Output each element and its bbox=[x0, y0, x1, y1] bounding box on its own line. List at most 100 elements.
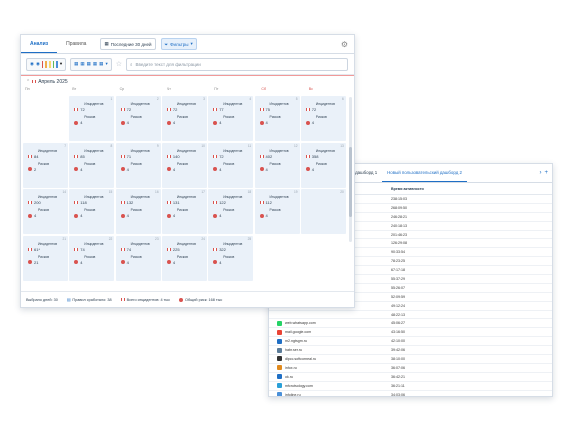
calendar-day[interactable]: 25 Инцидентов 322 Рисков 4 bbox=[208, 235, 254, 281]
risks-value: 4 bbox=[213, 167, 221, 172]
incidents-count: 225 bbox=[172, 246, 180, 252]
grid-icon[interactable]: ▦ bbox=[99, 61, 103, 67]
calendar-day[interactable]: 5 Инцидентов 75 Рисков 4 bbox=[254, 96, 300, 141]
risks-count: 4 bbox=[80, 259, 83, 265]
calendar-day[interactable]: 24 Инцидентов 225 Рисков 4 bbox=[161, 235, 207, 281]
star-icon[interactable]: ☆ bbox=[116, 60, 122, 68]
activity-time-cell: 49:12:24 bbox=[391, 303, 405, 308]
gear-icon[interactable]: ⚙ bbox=[341, 40, 348, 49]
column-activity-time[interactable]: Время активности bbox=[387, 187, 451, 191]
flag-icon bbox=[74, 201, 79, 204]
risks-label: Рисков bbox=[269, 161, 281, 166]
table-row[interactable]: m2.ngtsgm.ru 42:10:00 bbox=[269, 337, 552, 347]
table-row[interactable]: mfcrutsology.com 36:21:11 bbox=[269, 382, 552, 391]
incidents-label: Инцидентов bbox=[223, 148, 243, 153]
risks-label: Рисков bbox=[130, 161, 142, 166]
table-row[interactable]: web.whatsapp.com 45:06:27 bbox=[269, 319, 552, 329]
calendar-day[interactable]: 20 bbox=[300, 189, 346, 234]
risks-count: 4 bbox=[126, 120, 129, 125]
eye-icon[interactable]: ◉ bbox=[30, 61, 34, 67]
calendar-day[interactable]: 6 Инцидентов 72 Рисков 4 bbox=[300, 96, 346, 141]
risks-count: 4 bbox=[172, 120, 176, 125]
add-tab-icon[interactable]: + bbox=[544, 170, 548, 176]
risks-count: 4 bbox=[172, 213, 176, 218]
calendar-day[interactable]: 10 Инцидентов 140 Рисков 4 bbox=[161, 142, 207, 188]
day-number: 1 bbox=[110, 97, 113, 101]
scrollbar-thumb[interactable] bbox=[349, 147, 352, 217]
risk-icon bbox=[305, 167, 310, 171]
calendar-day[interactable]: 16 Инцидентов 132 Рисков 4 bbox=[115, 189, 161, 234]
risks-value: 4 bbox=[74, 213, 83, 218]
site-name: web.whatsapp.com bbox=[285, 321, 316, 326]
chevron-down-icon[interactable]: ▾ bbox=[60, 61, 62, 67]
risks-count: 4 bbox=[265, 166, 268, 172]
calendar-day[interactable]: 23 Инцидентов 74 Рисков 4 bbox=[115, 235, 161, 281]
incidents-label: Инцидентов bbox=[130, 148, 150, 153]
calendar-day[interactable]: 12 Инцидентов 402 Рисков 4 bbox=[254, 142, 300, 188]
grid-toggle[interactable]: ▦ ▦ ▦ ▦ ▦ ▾ bbox=[70, 57, 112, 71]
grid-icon[interactable]: ▦ bbox=[80, 61, 84, 67]
calendar-day[interactable]: 18 Инцидентов 122 Рисков 4 bbox=[208, 189, 254, 234]
calendar-day[interactable]: 2 Инцидентов 72 Рисков 4 bbox=[115, 96, 161, 141]
table-row[interactable]: mail.google.com 43:16:50 bbox=[269, 328, 552, 338]
view-toggle[interactable]: ◉ ◉ ▾ bbox=[26, 57, 67, 71]
day-number: 14 bbox=[62, 190, 66, 194]
tab-analysis[interactable]: Анализ bbox=[21, 36, 58, 53]
calendar-day[interactable]: 1 Инцидентов 72 Рисков 4 bbox=[69, 96, 115, 141]
calendar-day[interactable]: 8 Инцидентов 85 Рисков 4 bbox=[69, 142, 115, 188]
calendar-day[interactable]: 3 Инцидентов 72 Рисков 4 bbox=[161, 96, 207, 141]
calendar-day[interactable]: 15 Инцидентов 118 Рисков 4 bbox=[69, 189, 115, 234]
risks-label: Рисков bbox=[84, 254, 96, 259]
incidents-count: 402 bbox=[265, 153, 273, 159]
incidents-count: 131 bbox=[172, 200, 180, 205]
calendar-day[interactable]: 14 Инцидентов 200 Рисков 4 bbox=[23, 189, 68, 234]
site-name: m2.ngtsgm.ru bbox=[285, 339, 307, 344]
calendar-day[interactable]: 7 Инцидентов 84 Рисков 2 bbox=[23, 142, 68, 188]
incidents-label: Инцидентов bbox=[269, 102, 289, 106]
calendar-day[interactable]: 9 Инцидентов 71 Рисков 4 bbox=[115, 142, 161, 188]
site-name: infox.ru bbox=[285, 365, 297, 370]
table-row[interactable]: ok.ru 36:42:21 bbox=[269, 373, 552, 382]
table-row[interactable]: 48:22:13 bbox=[269, 311, 552, 320]
risk-icon bbox=[213, 167, 218, 171]
period-button[interactable]: ▦ Последние 30 дней bbox=[100, 38, 156, 50]
risks-label: Рисков bbox=[223, 254, 235, 259]
chevron-up-icon[interactable]: ⌃ bbox=[26, 79, 30, 85]
calendar-day[interactable]: 21 Инцидентов 61* Рисков 21 bbox=[23, 235, 68, 281]
incidents-value: 322 bbox=[213, 247, 226, 252]
table-row[interactable]: infox.ru 36:07:06 bbox=[269, 364, 552, 373]
filters-button[interactable]: ⏷ Фильтры ▾ bbox=[160, 38, 197, 50]
grid-icon[interactable]: ▦ bbox=[74, 61, 78, 67]
site-cell: habr.ser.ru bbox=[269, 347, 387, 353]
table-row[interactable]: dlpcc.softcorneal.ru 38:10:00 bbox=[269, 355, 552, 364]
calendar-day[interactable]: 13 Инцидентов 358 Рисков 4 bbox=[300, 142, 346, 188]
chevron-right-icon[interactable]: › bbox=[539, 170, 541, 176]
risk-icon bbox=[213, 213, 218, 218]
eye-filled-icon[interactable]: ◉ bbox=[36, 61, 40, 67]
calendar-day[interactable]: 4 Инцидентов 77 Рисков 4 bbox=[208, 96, 254, 141]
incidents-count: 72 bbox=[80, 107, 85, 112]
grid-icon[interactable]: ▦ bbox=[93, 61, 97, 67]
incidents-label: Инцидентов bbox=[84, 148, 104, 153]
risks-count: 4 bbox=[80, 120, 83, 125]
risks-value: 4 bbox=[74, 120, 83, 125]
weekday-label: Вт bbox=[72, 87, 77, 91]
total-incidents-text: Всего инцидентов: 4 тыс bbox=[126, 297, 171, 302]
table-row[interactable]: habr.ser.ru 39:42:06 bbox=[269, 346, 552, 356]
calendar-day[interactable]: 11 Инцидентов 72 Рисков 4 bbox=[208, 142, 254, 188]
calendar-day[interactable]: 22 Инцидентов 74 Рисков 4 bbox=[69, 235, 115, 281]
risks-count: 4 bbox=[172, 166, 176, 172]
risks-label: Рисков bbox=[223, 161, 235, 166]
incidents-value: 132 bbox=[120, 200, 133, 205]
search-input[interactable]: ⌕ Введите текст для фильтрации bbox=[125, 57, 348, 71]
chevron-down-icon[interactable]: ▾ bbox=[105, 61, 107, 67]
activity-time-cell: 126:29:08 bbox=[391, 241, 407, 246]
tab-rules[interactable]: Правила bbox=[57, 35, 95, 53]
grid-icon[interactable]: ▦ bbox=[87, 61, 91, 67]
tab-custom-dashboard-2[interactable]: Новый пользовательский дашборд 2 bbox=[382, 165, 467, 182]
risks-label: Рисков bbox=[315, 115, 327, 119]
table-row[interactable]: infoline.ru 34:03:06 bbox=[269, 391, 552, 396]
calendar-day[interactable]: 17 Инцидентов 131 Рисков 4 bbox=[161, 189, 207, 234]
calendar-day[interactable]: 19 Инцидентов 112 Рисков 4 bbox=[254, 189, 300, 234]
incidents-value: 85 bbox=[74, 154, 85, 159]
